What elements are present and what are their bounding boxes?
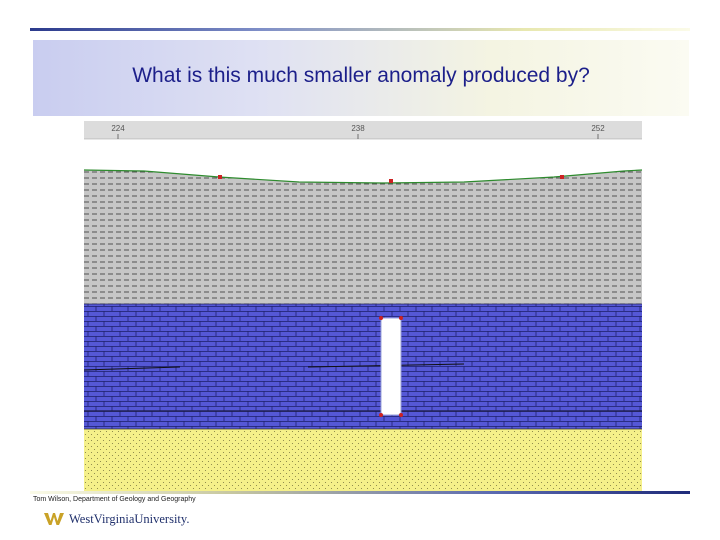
- sandstone-layer: [84, 429, 642, 492]
- logo-text: WestVirginiaUniversity.: [69, 511, 190, 526]
- station-marker: [389, 179, 393, 183]
- profile-svg: 224 238 252: [84, 121, 642, 492]
- station-marker: [560, 175, 564, 179]
- footer-credit: Tom Wilson, Department of Geology and Ge…: [33, 496, 196, 503]
- geologic-profile: 224 238 252: [84, 121, 642, 492]
- top-rule: [30, 28, 690, 31]
- slide-title: What is this much smaller anomaly produc…: [132, 64, 590, 87]
- wvu-flying-wv-icon: [44, 513, 64, 525]
- limestone-layer: [84, 304, 642, 429]
- bottom-rule: [30, 491, 690, 494]
- tick-label: 238: [351, 124, 365, 133]
- body-corner-marker: [379, 413, 383, 417]
- shale-layer: [84, 170, 642, 304]
- body-corner-marker: [399, 413, 403, 417]
- tick-label: 224: [111, 124, 125, 133]
- tick-label: 252: [591, 124, 605, 133]
- anomalous-body: [380, 317, 402, 416]
- body-corner-marker: [379, 316, 383, 320]
- university-logo: WestVirginiaUniversity.: [44, 508, 189, 530]
- station-marker: [218, 175, 222, 179]
- body-corner-marker: [399, 316, 403, 320]
